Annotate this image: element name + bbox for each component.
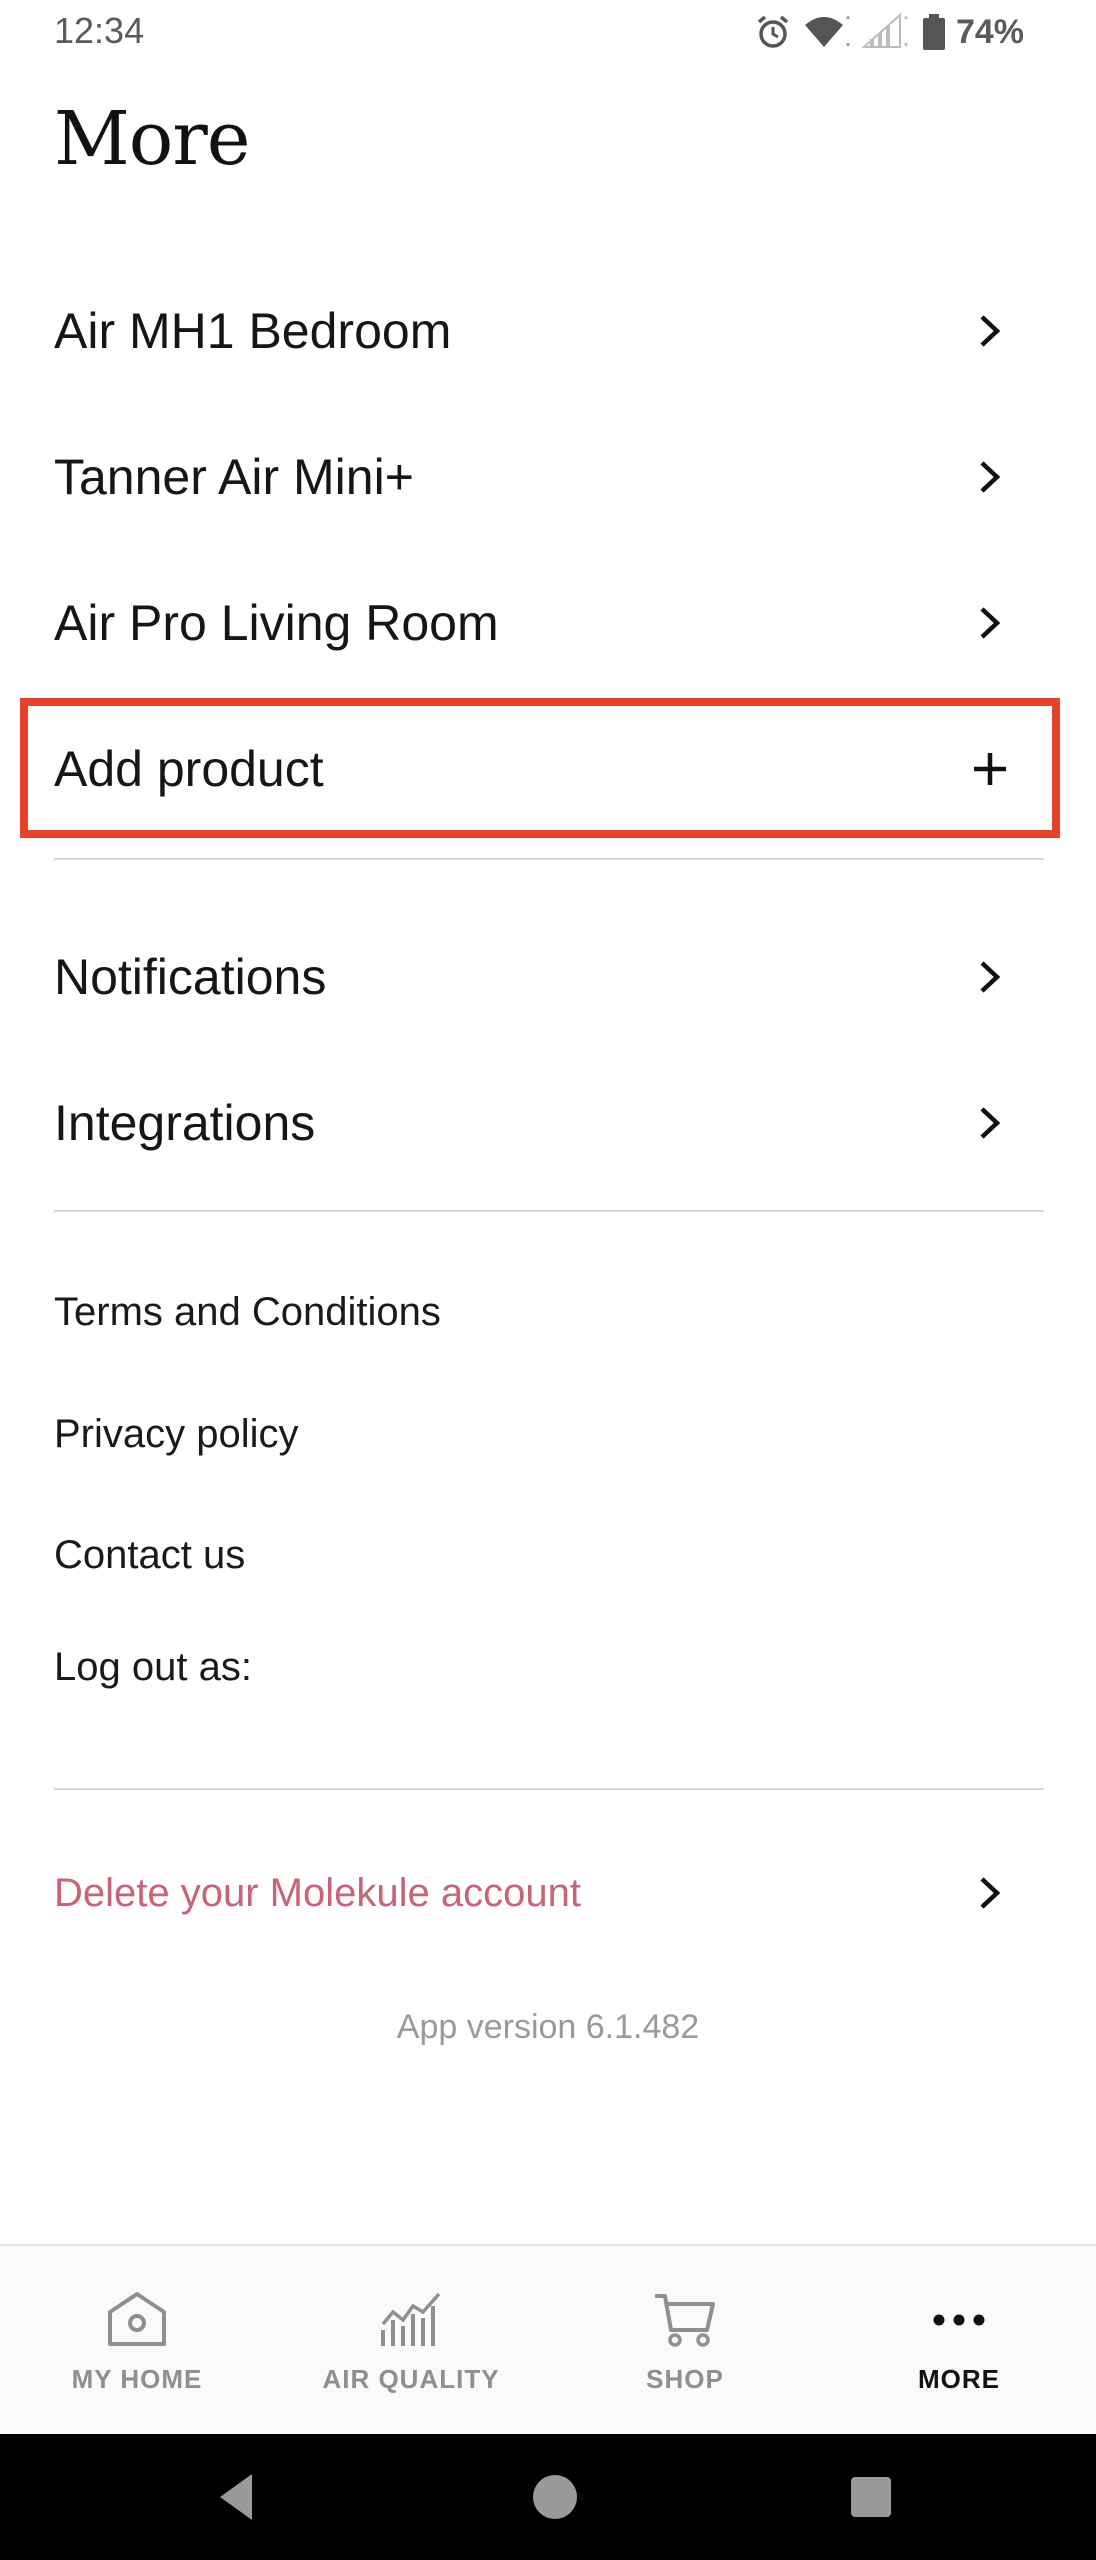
battery-icon xyxy=(922,14,945,50)
divider xyxy=(54,1788,1044,1790)
back-icon[interactable] xyxy=(206,2464,272,2530)
home-icon xyxy=(108,2292,166,2346)
divider xyxy=(54,858,1044,860)
signal-icon xyxy=(861,13,908,48)
battery-percent: 74% xyxy=(955,12,1024,51)
product-row-tanner-air-mini[interactable]: Tanner Air Mini+ xyxy=(54,422,1044,532)
privacy-link[interactable]: Privacy policy xyxy=(54,1412,299,1457)
chevron-right-icon xyxy=(970,603,1010,643)
page-title: More xyxy=(54,96,250,182)
add-product-label: Add product xyxy=(54,741,324,797)
wifi-icon xyxy=(804,15,850,47)
delete-account-row[interactable]: Delete your Molekule account xyxy=(54,1838,1044,1948)
product-label: Tanner Air Mini+ xyxy=(54,449,414,505)
terms-link[interactable]: Terms and Conditions xyxy=(54,1290,441,1335)
tab-label: MY HOME xyxy=(71,2364,203,2394)
status-time: 12:34 xyxy=(54,10,145,51)
cart-icon xyxy=(655,2294,715,2347)
tab-air-quality[interactable]: AIR QUALITY xyxy=(274,2246,548,2436)
logout-link[interactable]: Log out as: xyxy=(54,1645,252,1690)
chevron-right-icon xyxy=(970,957,1010,997)
air-quality-chart-icon xyxy=(381,2292,441,2346)
tab-more[interactable]: MORE xyxy=(822,2246,1096,2436)
integrations-label: Integrations xyxy=(54,1095,316,1151)
add-product-button[interactable]: Add product xyxy=(54,714,1044,824)
tab-shop[interactable]: SHOP xyxy=(548,2246,822,2436)
plus-icon xyxy=(970,749,1010,789)
chevron-right-icon xyxy=(970,311,1010,351)
status-bar: 12:34 74% xyxy=(0,0,1096,66)
bottom-tab-bar: MY HOME AIR QUALITY SHOP MORE xyxy=(0,2244,1096,2436)
divider xyxy=(54,1210,1044,1212)
tab-my-home[interactable]: MY HOME xyxy=(0,2246,274,2436)
notifications-label: Notifications xyxy=(54,949,327,1005)
tab-label: MORE xyxy=(918,2364,1000,2394)
product-label: Air Pro Living Room xyxy=(54,595,499,651)
tab-label: SHOP xyxy=(646,2364,724,2394)
app-version: App version 6.1.482 xyxy=(396,2008,700,2046)
tab-label: AIR QUALITY xyxy=(322,2364,500,2394)
status-icons: 74% xyxy=(754,10,1024,54)
chevron-right-icon xyxy=(970,1103,1010,1143)
chevron-right-icon xyxy=(970,457,1010,497)
product-row-air-mh1-bedroom[interactable]: Air MH1 Bedroom xyxy=(54,276,1044,386)
contact-link[interactable]: Contact us xyxy=(54,1533,245,1578)
recents-icon[interactable] xyxy=(838,2464,904,2530)
product-label: Air MH1 Bedroom xyxy=(54,303,452,359)
delete-account-label: Delete your Molekule account xyxy=(54,1870,581,1915)
more-dots-icon xyxy=(933,2314,985,2326)
home-nav-icon[interactable] xyxy=(522,2464,588,2530)
chevron-right-icon xyxy=(970,1873,1010,1913)
alarm-icon xyxy=(757,15,789,48)
integrations-row[interactable]: Integrations xyxy=(54,1068,1044,1178)
system-nav-bar xyxy=(0,2434,1096,2560)
product-row-air-pro-living-room[interactable]: Air Pro Living Room xyxy=(54,568,1044,678)
notifications-row[interactable]: Notifications xyxy=(54,922,1044,1032)
